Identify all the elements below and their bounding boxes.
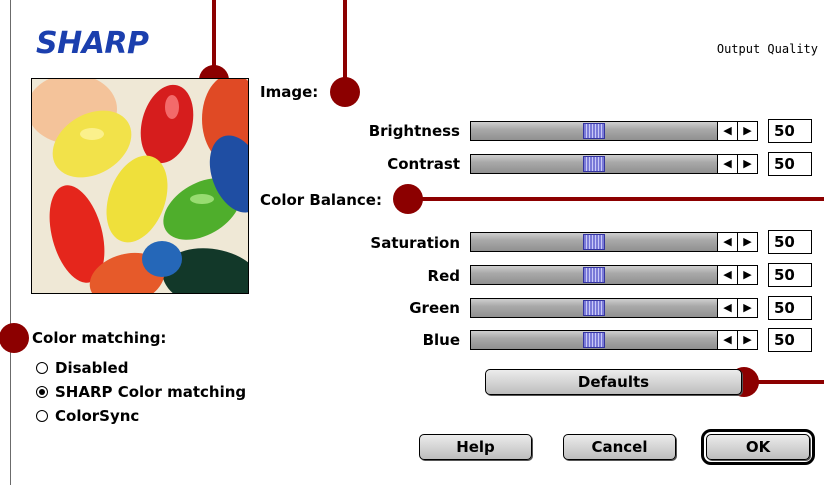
arrow-left-icon[interactable]: ◀: [717, 233, 737, 251]
arrow-left-icon[interactable]: ◀: [717, 331, 737, 349]
callout-dot-color-balance: [393, 184, 423, 214]
color-matching-title: Color matching:: [32, 329, 167, 347]
arrow-right-icon[interactable]: ▶: [737, 233, 757, 251]
slider-track[interactable]: [471, 233, 717, 251]
radio-label: Disabled: [55, 359, 129, 377]
saturation-label: Saturation: [370, 234, 460, 252]
slider-thumb[interactable]: [583, 267, 605, 283]
radio-button-icon[interactable]: [36, 386, 48, 398]
arrow-right-icon[interactable]: ▶: [737, 155, 757, 173]
arrow-left-icon[interactable]: ◀: [717, 155, 737, 173]
arrow-right-icon[interactable]: ▶: [737, 331, 757, 349]
slider-track[interactable]: [471, 299, 717, 317]
help-button[interactable]: Help: [419, 434, 532, 460]
green-slider[interactable]: ◀ ▶: [470, 298, 758, 318]
slider-thumb[interactable]: [583, 332, 605, 348]
brightness-label: Brightness: [368, 122, 460, 140]
slider-track[interactable]: [471, 331, 717, 349]
preview-image: [31, 78, 249, 294]
arrow-left-icon[interactable]: ◀: [717, 299, 737, 317]
radio-button-icon[interactable]: [36, 362, 48, 374]
slider-track[interactable]: [471, 266, 717, 284]
arrow-left-icon[interactable]: ◀: [717, 266, 737, 284]
blue-value-field[interactable]: 50: [768, 328, 812, 352]
blue-slider[interactable]: ◀ ▶: [470, 330, 758, 350]
radio-label: SHARP Color matching: [55, 383, 247, 401]
dialog-title: Output Quality: [716, 42, 818, 56]
slider-track[interactable]: [471, 122, 717, 140]
contrast-slider[interactable]: ◀ ▶: [470, 154, 758, 174]
cancel-button[interactable]: Cancel: [563, 434, 676, 460]
green-value-field[interactable]: 50: [768, 296, 812, 320]
jellybean-preview-graphic: [32, 79, 248, 293]
saturation-value-field[interactable]: 50: [768, 230, 812, 254]
callout-line-color-balance: [408, 197, 824, 201]
slider-thumb[interactable]: [583, 234, 605, 250]
arrow-left-icon[interactable]: ◀: [717, 122, 737, 140]
radio-button-icon[interactable]: [36, 410, 48, 422]
radio-label: ColorSync: [55, 407, 140, 425]
slider-thumb[interactable]: [583, 156, 605, 172]
saturation-slider[interactable]: ◀ ▶: [470, 232, 758, 252]
color-balance-title: Color Balance:: [260, 191, 382, 209]
red-label: Red: [427, 267, 460, 285]
contrast-label: Contrast: [387, 155, 460, 173]
arrow-right-icon[interactable]: ▶: [737, 122, 757, 140]
arrow-right-icon[interactable]: ▶: [737, 266, 757, 284]
red-slider[interactable]: ◀ ▶: [470, 265, 758, 285]
green-label: Green: [409, 299, 460, 317]
image-section-title: Image:: [260, 83, 319, 101]
blue-label: Blue: [422, 331, 460, 349]
callout-dot-image: [330, 77, 360, 107]
ok-button[interactable]: OK: [701, 429, 815, 465]
slider-thumb[interactable]: [583, 123, 605, 139]
brightness-slider[interactable]: ◀ ▶: [470, 121, 758, 141]
callout-dot-color-matching: [0, 323, 29, 353]
brightness-value-field[interactable]: 50: [768, 119, 812, 143]
slider-thumb[interactable]: [583, 300, 605, 316]
red-value-field[interactable]: 50: [768, 263, 812, 287]
sharp-logo: SHARP: [36, 26, 149, 61]
arrow-right-icon[interactable]: ▶: [737, 299, 757, 317]
contrast-value-field[interactable]: 50: [768, 152, 812, 176]
slider-track[interactable]: [471, 155, 717, 173]
defaults-button[interactable]: Defaults: [485, 369, 742, 395]
